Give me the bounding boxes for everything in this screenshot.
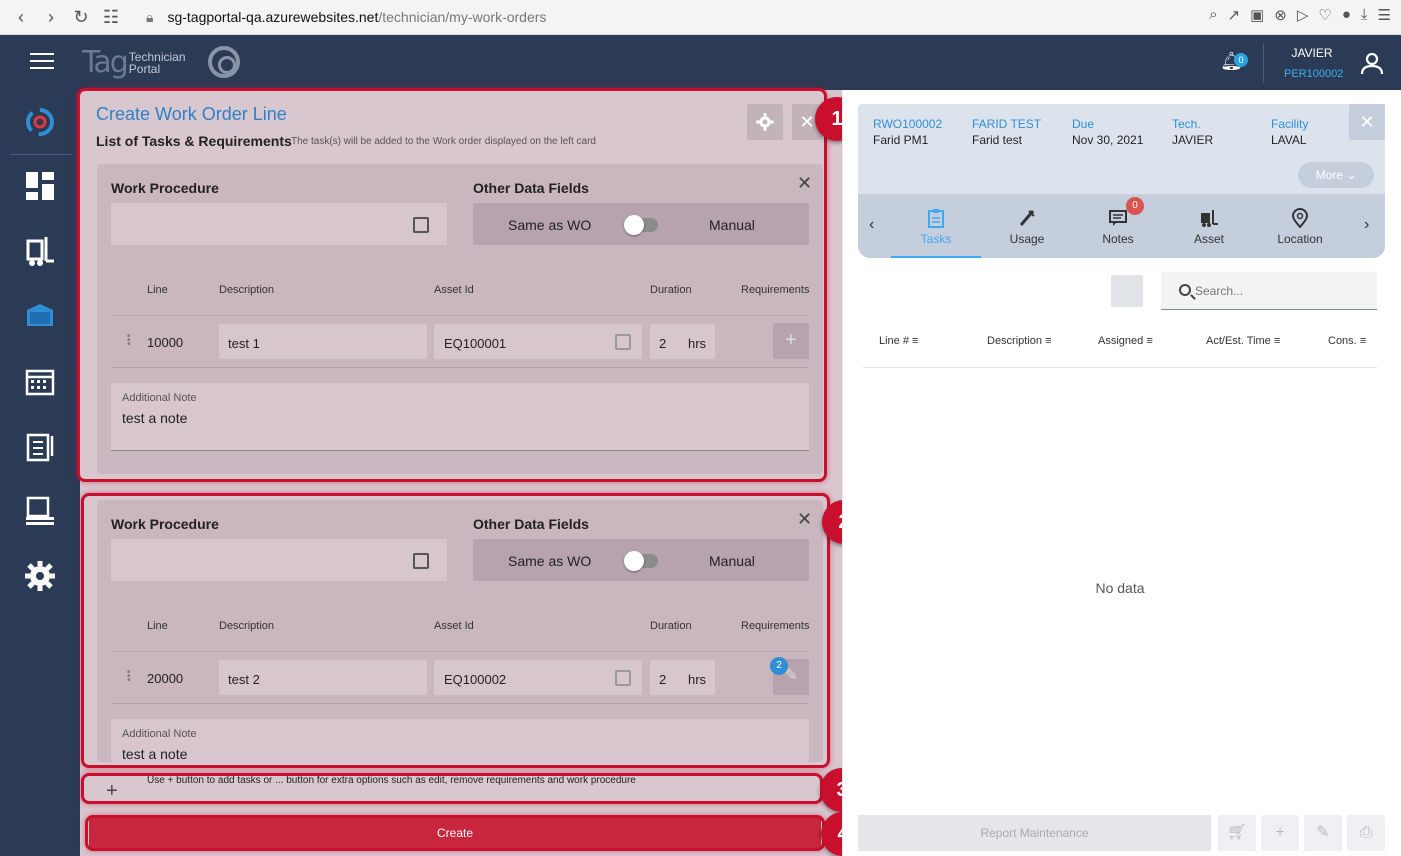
- camera-icon[interactable]: ▣: [1250, 6, 1264, 24]
- sort-icon: ≡: [1146, 335, 1153, 347]
- th-description[interactable]: Description ≡: [987, 335, 1052, 347]
- tab-usage-label: Usage: [1009, 232, 1045, 246]
- clipboard-icon: [928, 209, 944, 228]
- tabs-next-icon[interactable]: ›: [1364, 216, 1369, 234]
- sort-icon: ≡: [1273, 335, 1281, 347]
- wo-title: Farid PM1: [873, 133, 929, 147]
- report-maintenance-button[interactable]: Report Maintenance: [858, 815, 1211, 851]
- th-assigned[interactable]: Assigned ≡: [1098, 335, 1153, 347]
- tab-asset-label: Asset: [1193, 232, 1224, 246]
- forklift-icon: [1201, 210, 1218, 227]
- url-path: /technician/my-work-orders: [378, 9, 547, 25]
- tabs-grid-icon[interactable]: ☷: [96, 2, 126, 32]
- dashboard-icon[interactable]: [24, 170, 56, 202]
- th-cons[interactable]: Cons. ≡: [1328, 335, 1366, 347]
- tabs-prev-icon[interactable]: ‹: [869, 216, 874, 234]
- forklift-icon[interactable]: [24, 235, 56, 267]
- print-icon[interactable]: ⎙: [1347, 815, 1385, 851]
- reports-icon[interactable]: [24, 495, 56, 527]
- heart-icon[interactable]: ♡: [1318, 6, 1331, 24]
- address-bar[interactable]: 🔒︎ sg-tagportal-qa.azurewebsites.net/tec…: [146, 9, 546, 26]
- share-icon[interactable]: ↗: [1228, 6, 1241, 24]
- logo-text: Tag: [82, 45, 129, 80]
- tasks-search[interactable]: [1161, 272, 1377, 310]
- highlight-box-3: [81, 773, 823, 804]
- wo-facility-label: Facility: [1271, 117, 1309, 131]
- logo-subtitle: Technician Portal: [128, 49, 186, 76]
- tab-notes[interactable]: Notes: [1073, 208, 1163, 246]
- wo-tech-label: Tech.: [1172, 117, 1201, 131]
- forward-icon[interactable]: ›: [36, 2, 66, 32]
- sort-icon: ≡: [1359, 335, 1367, 347]
- app-header: Tag Technician Portal 🔔︎ 0 JAVIER PER1000…: [0, 35, 1401, 90]
- tab-notes-label: Notes: [1102, 232, 1134, 246]
- notification-badge: 0: [1234, 53, 1248, 67]
- search-icon: [1179, 284, 1191, 296]
- menu-icon[interactable]: ☰: [1378, 6, 1391, 24]
- spark-plug-icon: [1019, 210, 1035, 226]
- block-icon[interactable]: ⊗: [1274, 6, 1287, 24]
- add-icon[interactable]: +: [1261, 815, 1299, 851]
- sidebar-divider: [10, 154, 72, 155]
- wo-close-button[interactable]: ✕: [1349, 104, 1385, 140]
- browser-extension-icons: ⌕ ↗ ▣ ⊗ ▷ ♡ ● ⤓ ☰: [1209, 6, 1391, 24]
- active-tab-indicator: [891, 256, 981, 258]
- tab-location[interactable]: Location: [1255, 208, 1345, 246]
- search-input[interactable]: [1195, 284, 1365, 298]
- empty-state: No data: [1095, 580, 1145, 596]
- tab-usage[interactable]: Usage: [982, 208, 1072, 246]
- highlight-box-2: [81, 493, 830, 768]
- zoom-icon[interactable]: ⌕: [1209, 6, 1217, 24]
- sort-icon: ≡: [1045, 335, 1052, 347]
- columns-filter-button[interactable]: [1111, 275, 1143, 307]
- user-icon[interactable]: [1360, 51, 1384, 75]
- profile-icon[interactable]: ●: [1342, 6, 1351, 24]
- header-divider: [1263, 43, 1264, 83]
- wo-customer: FARID TEST: [972, 117, 1042, 131]
- th-time[interactable]: Act/Est. Time ≡: [1206, 335, 1280, 347]
- send-icon[interactable]: ▷: [1297, 6, 1309, 24]
- app-logo: Tag Technician Portal: [82, 45, 186, 80]
- chevron-down-icon: ⌄: [1346, 168, 1357, 182]
- user-name: JAVIER: [1291, 46, 1333, 60]
- highlight-box-1: [77, 88, 827, 482]
- more-button[interactable]: More ⌄: [1298, 162, 1374, 188]
- highlight-box-4: [85, 815, 825, 851]
- tab-asset[interactable]: Asset: [1164, 208, 1254, 246]
- chat-icon: [1109, 210, 1127, 226]
- notes-count-badge: 0: [1126, 197, 1144, 215]
- logo-swirl-icon[interactable]: [24, 106, 56, 138]
- browser-toolbar: ‹ › ↻ ☷ 🔒︎ sg-tagportal-qa.azurewebsites…: [0, 0, 1401, 35]
- wo-customer-value: Farid test: [972, 133, 1023, 147]
- hamburger-menu-icon[interactable]: [30, 53, 54, 74]
- sidebar: [0, 90, 80, 856]
- location-pin-icon: [1291, 208, 1309, 228]
- url-host: sg-tagportal-qa.azurewebsites.net: [167, 9, 379, 25]
- table-header-divider: [863, 367, 1377, 368]
- wo-due-label: Due: [1072, 117, 1095, 131]
- wo-number[interactable]: RWO100002: [873, 117, 942, 131]
- wo-due-value: Nov 30, 2021: [1072, 133, 1144, 147]
- sort-icon: ≡: [912, 335, 919, 347]
- work-orders-icon[interactable]: [24, 300, 56, 332]
- tab-tasks-label: Tasks: [920, 232, 952, 246]
- lock-icon: 🔒︎: [146, 8, 154, 25]
- reload-icon[interactable]: ↻: [66, 2, 96, 32]
- wo-tech-value: JAVIER: [1172, 133, 1214, 147]
- tab-location-label: Location: [1277, 232, 1323, 246]
- logo-mark-icon: [208, 46, 240, 78]
- download-icon[interactable]: ⤓: [1361, 6, 1368, 24]
- checklist-icon[interactable]: [24, 430, 56, 462]
- user-id: PER100002: [1284, 68, 1344, 80]
- settings-icon[interactable]: [24, 560, 56, 592]
- edit-icon[interactable]: ✎: [1304, 815, 1342, 851]
- th-line[interactable]: Line # ≡: [879, 335, 918, 347]
- wo-facility-value: LAVAL: [1271, 133, 1307, 147]
- tab-tasks[interactable]: Tasks: [891, 208, 981, 246]
- calendar-icon[interactable]: [24, 365, 56, 397]
- back-icon[interactable]: ‹: [6, 2, 36, 32]
- cart-icon[interactable]: 🛒︎: [1218, 815, 1256, 851]
